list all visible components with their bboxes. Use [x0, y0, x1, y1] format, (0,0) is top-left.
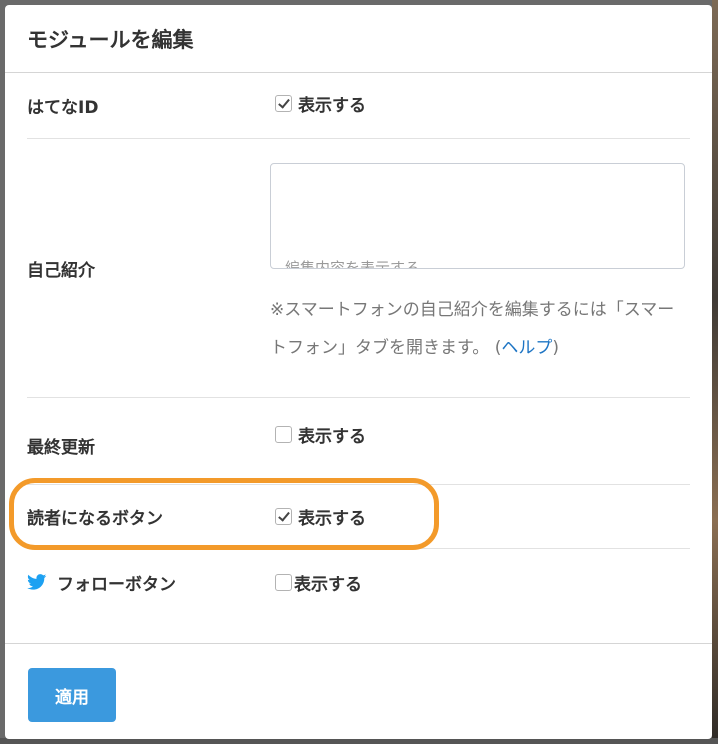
profile-textarea[interactable]: 編集内容を表示する [270, 163, 685, 269]
follow-button-label: フォローボタン [57, 574, 176, 595]
hatena-id-show-label: 表示する [298, 96, 366, 116]
follow-button-show-label: 表示する [294, 574, 362, 595]
profile-textarea-overflow-text: 編集内容を表示する [285, 259, 421, 269]
row-label-follow-button: フォローボタン [27, 549, 275, 619]
row-label-profile: 自己紹介 [27, 260, 95, 281]
last-updated-show-toggle[interactable]: 表示する [275, 422, 366, 447]
help-close-paren: ) [552, 338, 559, 358]
profile-help-text: ※スマートフォンの自己紹介を編集するには「スマートフォン」タブを開きます。 (ヘ… [270, 291, 690, 367]
row-follow-button: フォローボタン 表示する [27, 549, 690, 619]
row-label-hatena-id: はてなID [27, 98, 99, 118]
last-updated-checkbox[interactable] [275, 425, 292, 443]
help-link[interactable]: ヘルプ [501, 338, 552, 358]
reader-button-checkbox[interactable] [275, 508, 292, 525]
edit-module-modal: モジュールを編集 はてなID 表示する 自己紹介 編集内容を表示する ※スマート… [5, 5, 712, 739]
row-profile: 自己紹介 編集内容を表示する ※スマートフォンの自己紹介を編集するには「スマート… [27, 139, 690, 398]
reader-button-show-toggle[interactable]: 表示する [275, 504, 366, 529]
hatena-id-show-toggle[interactable]: 表示する [275, 91, 366, 116]
twitter-icon [27, 574, 47, 590]
apply-button[interactable]: 適用 [28, 668, 116, 722]
row-label-last-updated: 最終更新 [27, 437, 95, 458]
row-label-reader-button: 読者になるボタン [27, 509, 163, 529]
follow-button-show-toggle[interactable]: 表示する [275, 570, 362, 595]
modal-title: モジュールを編集 [27, 27, 194, 52]
modal-body: はてなID 表示する 自己紹介 編集内容を表示する ※スマートフォンの自己紹介を… [5, 73, 712, 619]
row-last-updated: 最終更新 表示する [27, 398, 690, 485]
hatena-id-checkbox[interactable] [275, 95, 292, 112]
reader-button-show-label: 表示する [298, 509, 366, 529]
modal-footer: 適用 [5, 643, 712, 739]
last-updated-show-label: 表示する [298, 426, 366, 447]
row-reader-button: 読者になるボタン 表示する [27, 485, 690, 549]
profile-help-sentence: ※スマートフォンの自己紹介を編集するには「スマートフォン」タブを開きます。 ( [270, 300, 675, 358]
row-hatena-id: はてなID 表示する [27, 73, 690, 139]
background-right-edge [712, 0, 718, 744]
modal-header: モジュールを編集 [5, 5, 712, 73]
follow-button-checkbox[interactable] [275, 573, 292, 591]
